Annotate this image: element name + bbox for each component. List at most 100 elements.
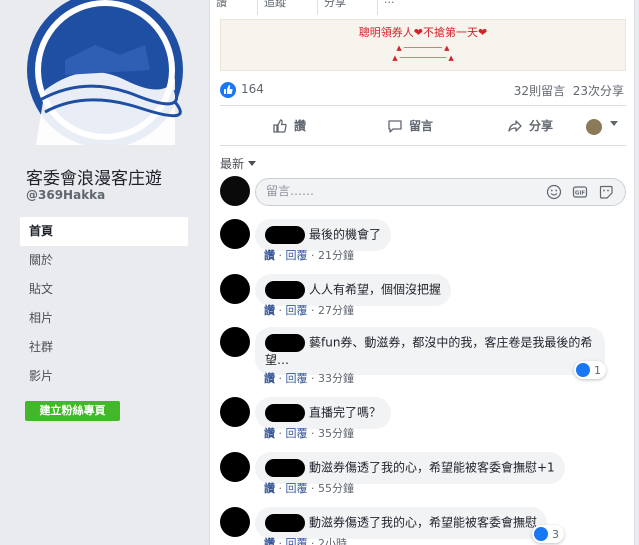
chevron-down-icon[interactable] bbox=[610, 121, 618, 126]
like-reaction-icon[interactable] bbox=[220, 82, 236, 98]
comment-reply-link[interactable]: 回覆 bbox=[286, 249, 308, 262]
comment-bubble: 藝fun券、動滋券，都沒中的我，客庄卷是我最後的希望… bbox=[255, 327, 605, 375]
like-count[interactable]: 164 bbox=[241, 82, 264, 96]
like-reaction-icon bbox=[576, 363, 590, 377]
comment-reaction-count[interactable]: 3 bbox=[532, 525, 564, 543]
comment-reply-link[interactable]: 回覆 bbox=[286, 304, 308, 317]
comment-like-link[interactable]: 讚 bbox=[264, 427, 275, 440]
post-image-fine-print-2: ▲ ─────────── ▲ bbox=[392, 54, 454, 62]
facebook-page: 浪漫客庄遊 客委會浪漫客庄遊 @369Hakka 首頁 關於 貼文 相片 社群 … bbox=[0, 0, 639, 545]
comment-meta: 讚 · 回覆 · 27分鐘 bbox=[264, 302, 354, 318]
sticker-icon[interactable] bbox=[598, 184, 614, 200]
share-icon bbox=[508, 119, 522, 132]
post-stats: 164 32則留言 23次分享 bbox=[220, 79, 626, 101]
comment-meta: 讚 · 回覆 · 21分鐘 bbox=[264, 247, 354, 263]
commenter-name[interactable] bbox=[265, 459, 305, 477]
separator: · bbox=[311, 537, 315, 545]
comment-timestamp[interactable]: 2小時 bbox=[318, 537, 347, 545]
comment-reply-link[interactable]: 回覆 bbox=[286, 482, 308, 495]
commenter-avatar[interactable] bbox=[220, 274, 250, 304]
comment-count[interactable]: 32則留言 bbox=[514, 84, 565, 98]
comment-meta: 讚 · 回覆 · 33分鐘 bbox=[264, 370, 354, 386]
comment-reply-link[interactable]: 回覆 bbox=[286, 427, 308, 440]
post-image[interactable]: 聰明領券人❤不搶第一天❤ ▲ ───────── ▲ ▲ ───────────… bbox=[220, 19, 626, 71]
sidebar-item-community[interactable]: 社群 bbox=[20, 333, 188, 362]
divider bbox=[220, 105, 626, 106]
comment-like-link[interactable]: 讚 bbox=[264, 249, 275, 262]
commenter-name[interactable] bbox=[265, 514, 305, 532]
comment-composer[interactable]: GIF bbox=[255, 178, 626, 206]
separator: · bbox=[311, 304, 315, 317]
comment-reply-link[interactable]: 回覆 bbox=[286, 537, 308, 545]
comment-input[interactable] bbox=[266, 184, 526, 198]
comment-timestamp[interactable]: 35分鐘 bbox=[318, 427, 354, 440]
comment-text: 藝fun券、動滋券，都沒中的我，客庄卷是我最後的希望… bbox=[265, 335, 593, 368]
commenter-avatar[interactable] bbox=[220, 452, 250, 482]
comment-meta: 讚 · 回覆 · 2小時 bbox=[264, 535, 347, 545]
comment-sort-dropdown[interactable]: 最新 bbox=[220, 155, 257, 172]
comment-text: 動滋券傷透了我的心，希望能被客委會撫慰+1 bbox=[309, 460, 555, 475]
separator: · bbox=[311, 482, 315, 495]
page-top-actions: 讚 追蹤 分享 ··· bbox=[210, 0, 410, 15]
separator: · bbox=[278, 482, 283, 495]
sidebar-item-home[interactable]: 首頁 bbox=[20, 217, 188, 246]
comment-timestamp[interactable]: 21分鐘 bbox=[318, 249, 354, 262]
comment-like-link[interactable]: 讚 bbox=[264, 537, 275, 545]
comment-timestamp[interactable]: 55分鐘 bbox=[318, 482, 354, 495]
comment-reply-link[interactable]: 回覆 bbox=[286, 372, 308, 385]
separator: · bbox=[278, 304, 283, 317]
page-handle[interactable]: @369Hakka bbox=[26, 188, 105, 202]
thumbs-up-icon bbox=[273, 118, 287, 133]
emoji-icon[interactable] bbox=[546, 184, 562, 200]
comment-timestamp[interactable]: 33分鐘 bbox=[318, 372, 354, 385]
comment-like-link[interactable]: 讚 bbox=[264, 482, 275, 495]
composer-avatar bbox=[220, 176, 250, 206]
viewer-avatar[interactable] bbox=[586, 119, 602, 135]
sidebar-item-photos[interactable]: 相片 bbox=[20, 304, 188, 333]
comment-text: 人人有希望，個個沒把握 bbox=[309, 282, 442, 297]
comment-text: 直播完了嗎？ bbox=[309, 405, 382, 420]
gif-icon[interactable]: GIF bbox=[572, 184, 588, 200]
page-title[interactable]: 客委會浪漫客庄遊 bbox=[26, 164, 162, 189]
like-reaction-icon bbox=[534, 527, 548, 541]
sidebar-item-about[interactable]: 關於 bbox=[20, 246, 188, 275]
reaction-count: 3 bbox=[552, 527, 559, 541]
commenter-name[interactable] bbox=[265, 404, 305, 422]
commenter-avatar[interactable] bbox=[220, 397, 250, 427]
comment-like-link[interactable]: 讚 bbox=[264, 304, 275, 317]
comment-sort-label: 最新 bbox=[220, 157, 245, 171]
logo-text: 浪漫客庄遊 bbox=[72, 20, 137, 36]
commenter-avatar[interactable] bbox=[220, 507, 250, 537]
sidebar-item-videos[interactable]: 影片 bbox=[20, 362, 188, 391]
commenter-name[interactable] bbox=[265, 226, 305, 244]
post-card: 讚 追蹤 分享 ··· 聰明領券人❤不搶第一天❤ ▲ ───────── ▲ ▲… bbox=[209, 0, 635, 545]
page-logo[interactable]: 浪漫客庄遊 bbox=[25, 0, 185, 145]
comment-meta: 讚 · 回覆 · 55分鐘 bbox=[264, 480, 354, 496]
separator: · bbox=[311, 427, 315, 440]
reaction-count: 1 bbox=[594, 363, 601, 377]
commenter-avatar[interactable] bbox=[220, 219, 250, 249]
comment-like-link[interactable]: 讚 bbox=[264, 372, 275, 385]
page-share-button[interactable]: 分享 bbox=[318, 0, 378, 15]
like-button[interactable]: 讚 bbox=[272, 117, 306, 134]
comment-text: 最後的機會了 bbox=[309, 227, 382, 242]
page-more-button[interactable]: ··· bbox=[378, 0, 410, 15]
commenter-name[interactable] bbox=[265, 334, 305, 352]
comment-timestamp[interactable]: 27分鐘 bbox=[318, 304, 354, 317]
comment-reaction-count[interactable]: 1 bbox=[574, 361, 606, 379]
commenter-name[interactable] bbox=[265, 281, 305, 299]
share-count[interactable]: 23次分享 bbox=[573, 84, 624, 98]
post-action-row: 讚 留言 分享 bbox=[220, 113, 626, 143]
share-button[interactable]: 分享 bbox=[507, 117, 553, 134]
page-follow-button[interactable]: 追蹤 bbox=[258, 0, 318, 15]
separator: · bbox=[311, 372, 315, 385]
page-like-button[interactable]: 讚 bbox=[210, 0, 258, 15]
post-image-headline: 聰明領券人❤不搶第一天❤ bbox=[358, 26, 488, 39]
commenter-avatar[interactable] bbox=[220, 327, 250, 357]
comment-meta: 讚 · 回覆 · 35分鐘 bbox=[264, 425, 354, 441]
comment-button[interactable]: 留言 bbox=[387, 117, 433, 134]
page-sidebar: 浪漫客庄遊 客委會浪漫客庄遊 @369Hakka 首頁 關於 貼文 相片 社群 … bbox=[0, 0, 200, 545]
create-fan-page-button[interactable]: 建立粉絲專頁 bbox=[25, 401, 120, 421]
separator: · bbox=[278, 249, 283, 262]
sidebar-item-posts[interactable]: 貼文 bbox=[20, 275, 188, 304]
